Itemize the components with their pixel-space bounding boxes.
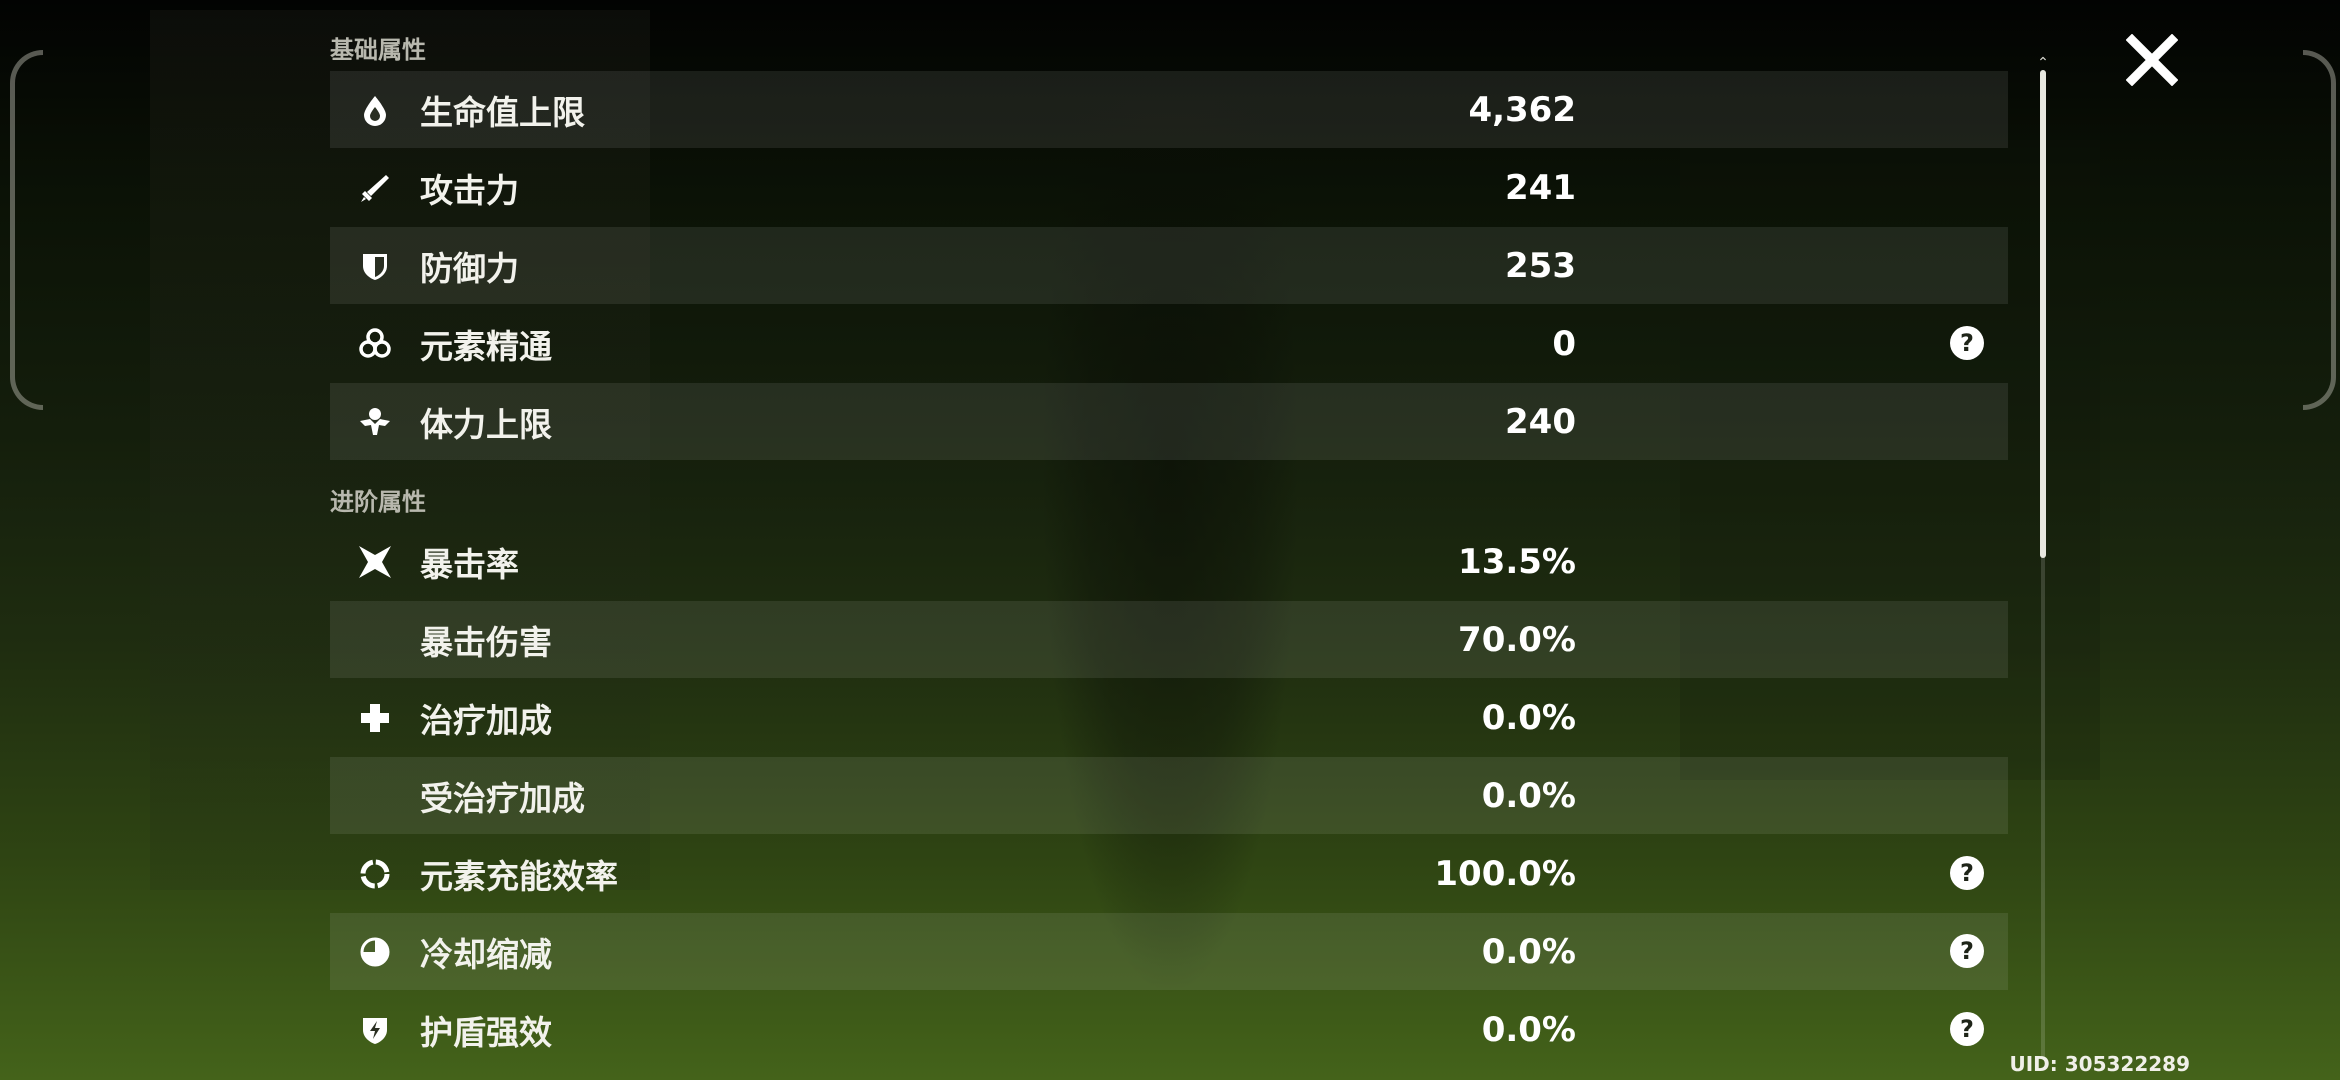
hp-drop-icon <box>352 87 398 133</box>
stat-value: 0.0% <box>1481 931 1576 972</box>
stat-row-healing-bonus[interactable]: 治疗加成 0.0% <box>330 679 2008 756</box>
left-frame-arc <box>10 50 43 410</box>
help-icon[interactable]: ? <box>1948 324 1986 362</box>
help-icon[interactable]: ? <box>1948 1010 1986 1048</box>
stat-label: 暴击伤害 <box>420 622 552 662</box>
stat-row-atk[interactable]: 攻击力 241 <box>330 149 2008 226</box>
stat-value: 240 <box>1505 401 1576 442</box>
stat-value: 0.0% <box>1481 1009 1576 1050</box>
scrollbar[interactable]: ⌃ <box>2036 56 2050 1066</box>
uid-label: UID: 305322289 <box>2009 1052 2191 1076</box>
close-button[interactable] <box>2120 28 2184 92</box>
stat-value: 100.0% <box>1434 853 1576 894</box>
svg-text:?: ? <box>1960 329 1974 357</box>
stat-label: 治疗加成 <box>420 700 552 740</box>
stat-row-def[interactable]: 防御力 253 <box>330 227 2008 304</box>
scroll-up-arrow-icon[interactable]: ⌃ <box>2036 56 2050 70</box>
stat-row-energy-recharge[interactable]: 元素充能效率 100.0% ? <box>330 835 2008 912</box>
stat-row-stamina[interactable]: 体力上限 240 <box>330 383 2008 460</box>
energy-ring-icon <box>352 851 398 897</box>
advanced-attributes-title: 进阶属性 <box>330 488 426 516</box>
shield-strength-icon <box>352 1007 398 1053</box>
svg-text:?: ? <box>1960 859 1974 887</box>
stat-value: 70.0% <box>1458 619 1576 660</box>
stat-row-cd-reduction[interactable]: 冷却缩减 0.0% ? <box>330 913 2008 990</box>
cooldown-icon <box>352 929 398 975</box>
stat-row-elemental-mastery[interactable]: 元素精通 0 ? <box>330 305 2008 382</box>
cross-icon <box>352 695 398 741</box>
stat-value: 0.0% <box>1481 775 1576 816</box>
help-icon[interactable]: ? <box>1948 854 1986 892</box>
scroll-thumb[interactable] <box>2040 70 2046 558</box>
basic-attributes-title: 基础属性 <box>330 36 426 64</box>
svg-text:?: ? <box>1960 937 1974 965</box>
stat-row-shield-strength[interactable]: 护盾强效 0.0% ? <box>330 991 2008 1068</box>
stat-row-hp[interactable]: 生命值上限 4,362 <box>330 71 2008 148</box>
stat-label: 冷却缩减 <box>420 934 552 974</box>
stat-value: 0 <box>1552 323 1576 364</box>
stat-label: 护盾强效 <box>420 1012 552 1052</box>
stat-label: 体力上限 <box>420 404 552 444</box>
stat-value: 0.0% <box>1481 697 1576 738</box>
svg-text:?: ? <box>1960 1015 1974 1043</box>
stat-label: 元素精通 <box>420 326 552 366</box>
right-frame-arc <box>2303 50 2336 410</box>
stat-label: 防御力 <box>420 248 519 288</box>
stat-label: 攻击力 <box>420 170 519 210</box>
stat-row-crit-dmg[interactable]: 暴击伤害 70.0% <box>330 601 2008 678</box>
stat-value: 13.5% <box>1458 541 1576 582</box>
stat-label: 受治疗加成 <box>420 778 585 818</box>
stat-row-incoming-healing[interactable]: 受治疗加成 0.0% <box>330 757 2008 834</box>
shield-icon <box>352 243 398 289</box>
elemental-mastery-icon <box>352 321 398 367</box>
stat-value: 253 <box>1505 245 1576 286</box>
help-icon[interactable]: ? <box>1948 932 1986 970</box>
stat-label: 暴击率 <box>420 544 519 584</box>
stamina-icon <box>352 399 398 445</box>
sword-icon <box>352 165 398 211</box>
stat-value: 4,362 <box>1468 89 1576 130</box>
stat-label: 生命值上限 <box>420 92 585 132</box>
stat-label: 元素充能效率 <box>420 856 618 896</box>
crit-star-icon <box>352 539 398 585</box>
stat-value: 241 <box>1505 167 1576 208</box>
close-icon <box>2126 34 2178 86</box>
stat-row-crit-rate[interactable]: 暴击率 13.5% <box>330 523 2008 600</box>
